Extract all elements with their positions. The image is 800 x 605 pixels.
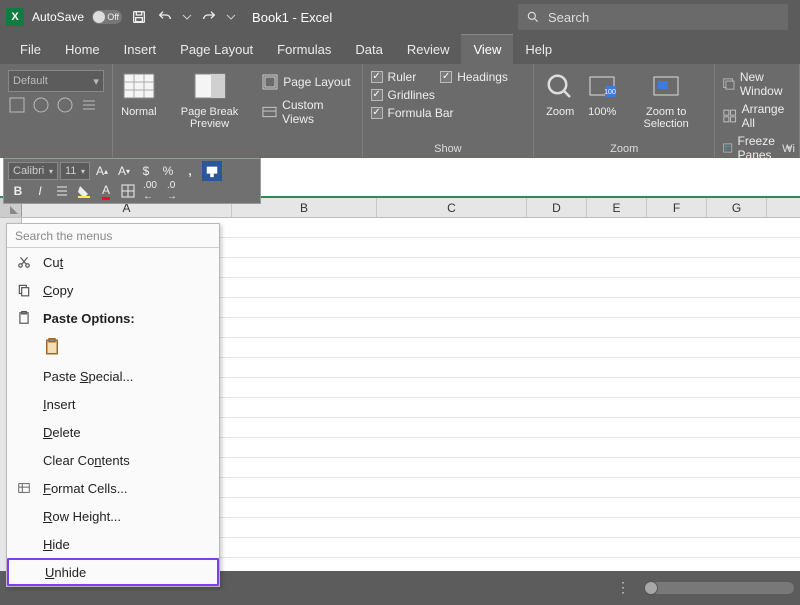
font-color-icon[interactable]: A <box>96 181 116 201</box>
ctx-unhide[interactable]: Unhide <box>7 558 219 586</box>
tab-data[interactable]: Data <box>343 34 394 64</box>
gridlines-checkbox[interactable]: Gridlines <box>371 88 526 102</box>
custom-views-button[interactable]: Custom Views <box>262 98 353 126</box>
zoom-group-label: Zoom <box>534 143 714 155</box>
ctx-delete[interactable]: Delete <box>7 418 219 446</box>
copy-icon <box>15 283 33 297</box>
ribbon-tabs: File Home Insert Page Layout Formulas Da… <box>0 34 800 64</box>
italic-icon[interactable]: I <box>30 181 50 201</box>
context-search[interactable]: Search the menus <box>7 224 219 248</box>
zoom-100-button[interactable]: 100 100% <box>584 70 620 141</box>
group-window: New Window Arrange All Freeze Panes ▾ Wi <box>715 64 800 157</box>
ctx-cut[interactable]: Cut <box>7 248 219 276</box>
status-more-icon[interactable]: ⋮ <box>616 579 630 596</box>
ctx-paste-special[interactable]: Paste Special... <box>7 362 219 390</box>
percent-format-icon[interactable]: % <box>158 161 178 181</box>
group-show: Ruler Headings Gridlines Formula Bar Sho… <box>363 64 535 157</box>
accounting-format-icon[interactable]: $ <box>136 161 156 181</box>
format-icon <box>15 481 33 495</box>
save-icon[interactable] <box>130 8 148 26</box>
bold-icon[interactable]: B <box>8 181 28 201</box>
tab-home[interactable]: Home <box>53 34 112 64</box>
window-group-label: Wi <box>715 143 799 155</box>
headings-checkbox[interactable]: Headings <box>440 70 508 84</box>
group-zoom: Zoom 100 100% Zoom to Selection Zoom <box>534 64 715 157</box>
sheet-view-select[interactable]: Default ▾ <box>8 70 104 92</box>
document-title: Book1 - Excel <box>252 10 332 25</box>
decrease-font-icon[interactable]: A▾ <box>114 161 134 181</box>
increase-decimal-icon[interactable]: .00← <box>140 181 160 201</box>
zoom-to-selection-button[interactable]: Zoom to Selection <box>626 70 706 141</box>
increase-font-icon[interactable]: A▴ <box>92 161 112 181</box>
tab-insert[interactable]: Insert <box>112 34 169 64</box>
paste-icon <box>15 311 33 325</box>
title-bar: X AutoSave Off Book1 - Excel Search <box>0 0 800 34</box>
page-break-preview-button[interactable]: Page Break Preview <box>163 70 256 130</box>
search-icon <box>526 10 540 24</box>
tab-page-layout[interactable]: Page Layout <box>168 34 265 64</box>
tab-review[interactable]: Review <box>395 34 462 64</box>
decrease-decimal-icon[interactable]: .0→ <box>162 181 182 201</box>
ctx-paste-options: Paste Options: <box>7 304 219 332</box>
options-icon[interactable] <box>80 96 98 117</box>
cut-icon <box>15 255 33 269</box>
ctx-clear-contents[interactable]: Clear Contents <box>7 446 219 474</box>
undo-dropdown-icon[interactable] <box>182 8 192 26</box>
undo-icon[interactable] <box>156 8 174 26</box>
tab-view[interactable]: View <box>461 34 513 64</box>
ribbon: Default ▾ Normal Page Break Preview Page… <box>0 64 800 158</box>
borders-icon[interactable] <box>118 181 138 201</box>
arrange-all-button[interactable]: Arrange All <box>723 102 791 130</box>
clipboard-icon <box>43 337 61 357</box>
zoom-button[interactable]: Zoom <box>542 70 578 141</box>
column-header-g[interactable]: G <box>707 198 767 217</box>
tab-file[interactable]: File <box>8 34 53 64</box>
new-window-button[interactable]: New Window <box>723 70 791 98</box>
ctx-paste-values[interactable] <box>7 332 219 362</box>
comma-format-icon[interactable]: , <box>180 161 200 181</box>
new-icon[interactable] <box>56 96 74 117</box>
ctx-format-cells[interactable]: Format Cells... <box>7 474 219 502</box>
redo-icon[interactable] <box>200 8 218 26</box>
autosave-state: Off <box>107 12 119 22</box>
ctx-insert[interactable]: Insert <box>7 390 219 418</box>
exit-icon[interactable] <box>32 96 50 117</box>
column-header-d[interactable]: D <box>527 198 587 217</box>
svg-text:100: 100 <box>604 89 616 96</box>
ctx-row-height[interactable]: Row Height... <box>7 502 219 530</box>
tab-formulas[interactable]: Formulas <box>265 34 343 64</box>
app-icon: X <box>6 8 24 26</box>
format-painter-icon[interactable] <box>202 161 222 181</box>
autosave-label: AutoSave <box>32 10 84 24</box>
autosave-toggle[interactable]: Off <box>92 10 122 24</box>
column-header-f[interactable]: F <box>647 198 707 217</box>
mini-toolbar: Calibri▾ 11▾ A▴ A▾ $ % , B I A .00← .0→ <box>3 158 261 204</box>
fill-color-icon[interactable] <box>74 181 94 201</box>
page-layout-button[interactable]: Page Layout <box>262 74 353 90</box>
align-icon[interactable] <box>52 181 72 201</box>
search-box[interactable]: Search <box>518 4 788 30</box>
group-sheet-view: Default ▾ <box>0 64 113 157</box>
font-size-select[interactable]: 11▾ <box>60 162 90 180</box>
column-header-e[interactable]: E <box>587 198 647 217</box>
show-group-label: Show <box>363 143 534 155</box>
keep-icon[interactable] <box>8 96 26 117</box>
ctx-copy[interactable]: Copy <box>7 276 219 304</box>
ctx-hide[interactable]: Hide <box>7 530 219 558</box>
group-workbook-views: Normal Page Break Preview Page Layout Cu… <box>113 64 363 157</box>
formula-bar-checkbox[interactable]: Formula Bar <box>371 106 526 120</box>
search-placeholder: Search <box>548 10 589 25</box>
font-select[interactable]: Calibri▾ <box>8 162 58 180</box>
tab-help[interactable]: Help <box>513 34 564 64</box>
normal-view-button[interactable]: Normal <box>121 70 157 118</box>
context-menu: Search the menus Cut Copy Paste Options:… <box>6 223 220 587</box>
horizontal-scrollbar[interactable] <box>644 582 794 594</box>
qat-more-icon[interactable] <box>226 8 236 26</box>
column-header-c[interactable]: C <box>377 198 527 217</box>
ruler-checkbox[interactable]: Ruler <box>371 70 417 84</box>
